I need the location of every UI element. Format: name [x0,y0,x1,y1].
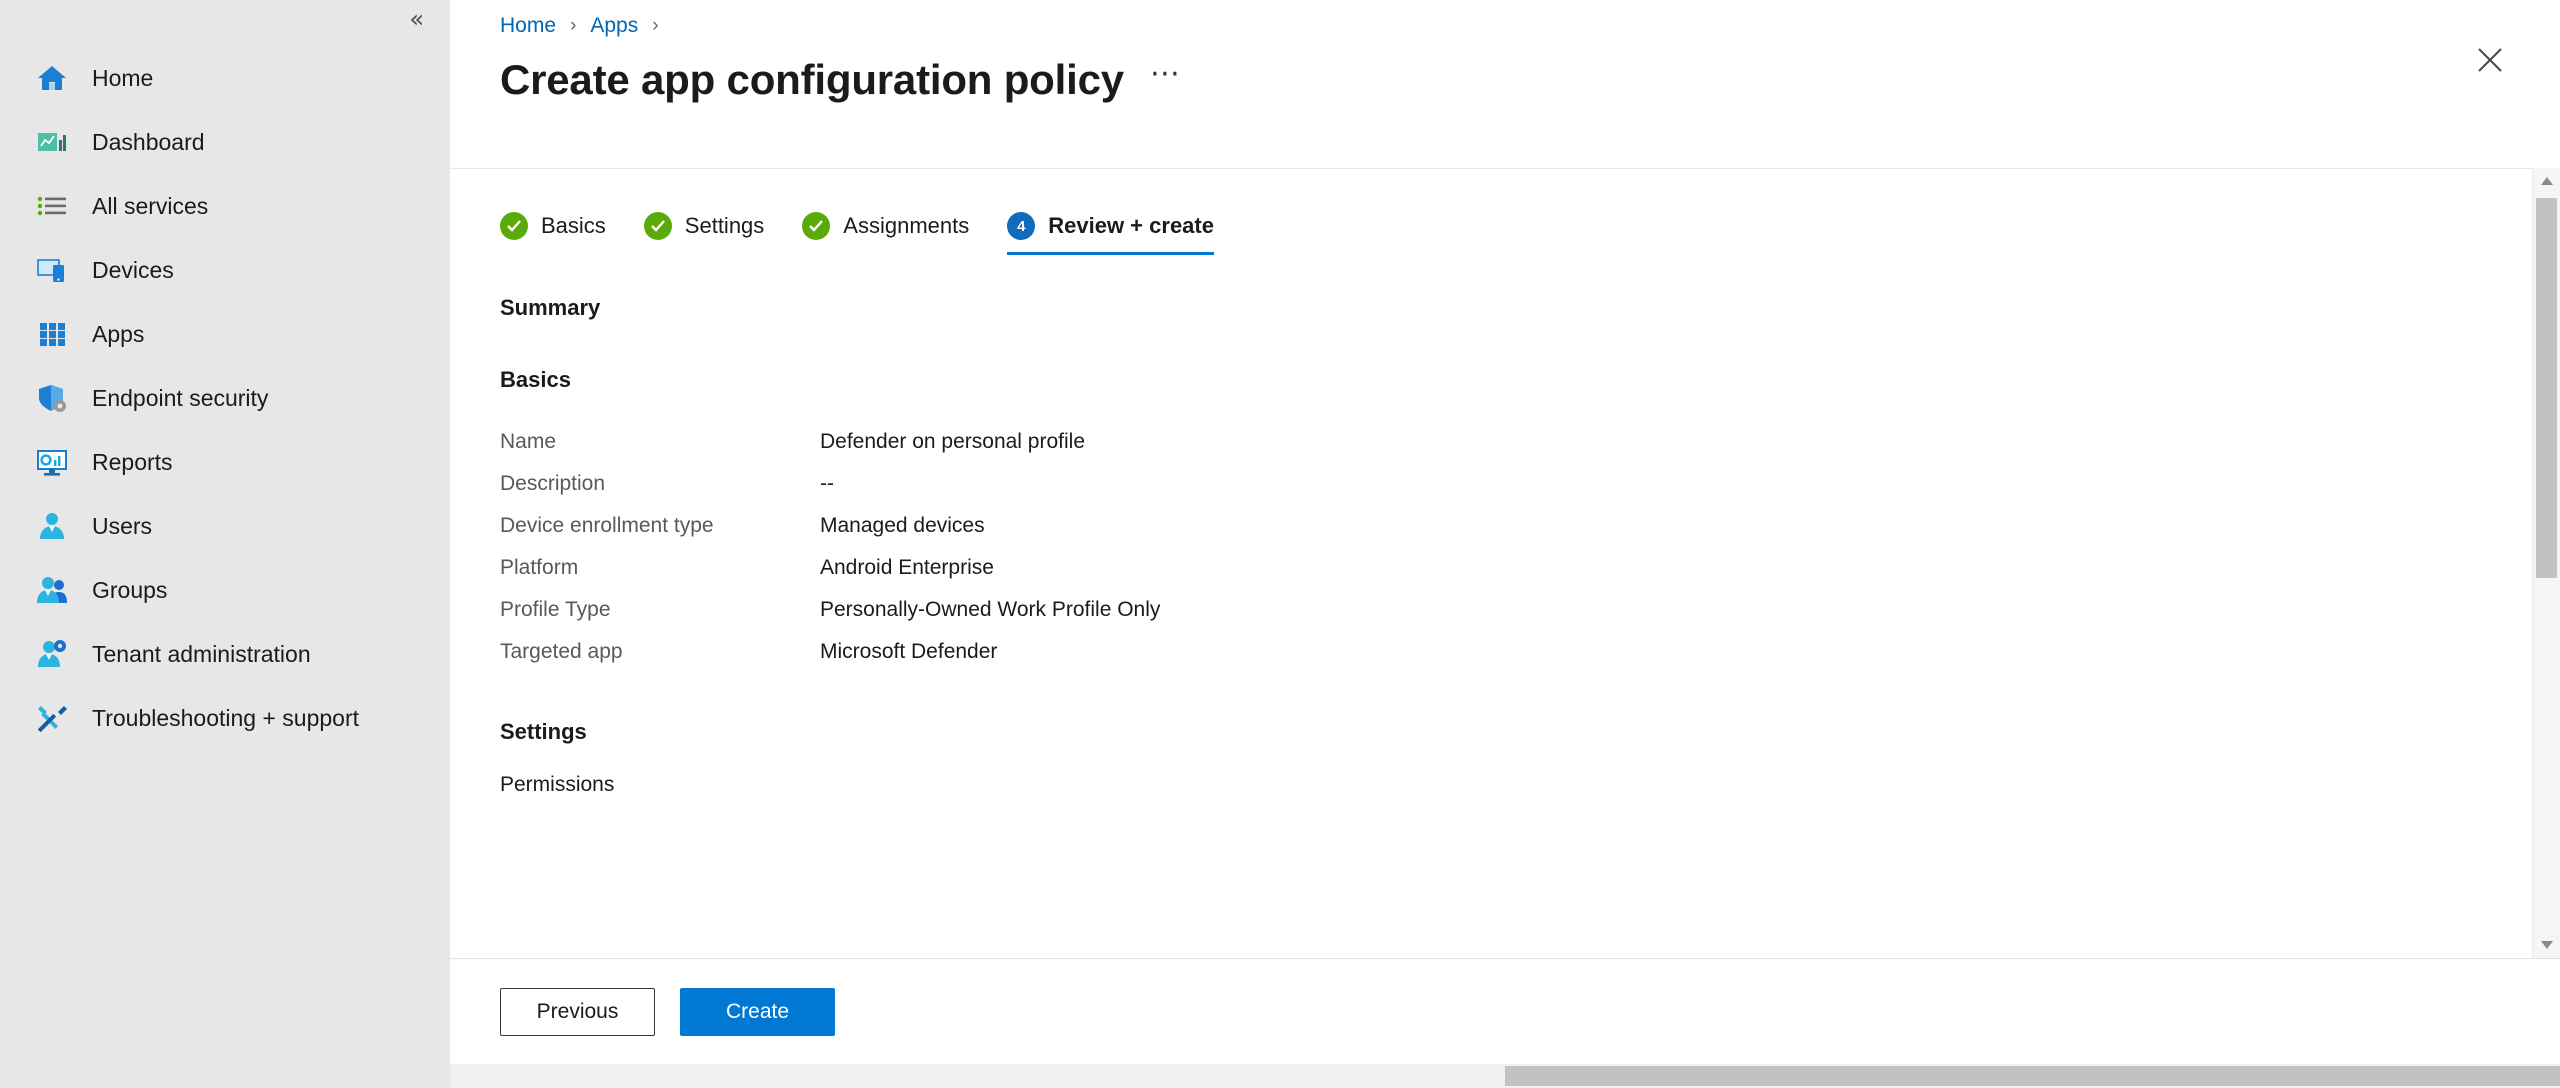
row-value: Microsoft Defender [820,640,998,663]
sidebar-item-label: Tenant administration [92,640,311,667]
table-row: Profile Type Personally-Owned Work Profi… [500,589,2560,631]
all-services-icon [34,188,70,224]
scroll-down-icon[interactable] [2533,932,2560,958]
horizontal-scrollbar[interactable] [450,1064,2560,1088]
horizontal-scrollbar-thumb[interactable] [1505,1066,2560,1086]
sidebar-item-troubleshooting-support[interactable]: Troubleshooting + support [0,686,450,750]
row-key: Device enrollment type [500,514,714,537]
tab-label: Assignments [843,213,970,238]
tab-label: Basics [541,213,606,238]
scroll-up-icon[interactable] [2533,168,2560,194]
sidebar-item-label: Apps [92,320,145,347]
more-options-icon[interactable]: ⋯ [1150,59,1180,95]
row-key: Description [500,472,606,495]
tab-review-create[interactable]: 4 Review + create [1007,212,1214,255]
vertical-scrollbar[interactable] [2532,168,2560,958]
check-circle-icon [802,212,831,240]
check-circle-icon [500,212,528,240]
basics-heading: Basics [500,367,571,392]
row-value: -- [820,472,834,495]
summary-heading: Summary [500,295,601,320]
sidebar-item-label: Reports [92,448,173,475]
content-inner: Basics Settings Assignments 4 Review + c… [450,199,2560,988]
devices-icon [34,252,70,288]
breadcrumb-separator-icon: › [570,15,577,36]
row-value: Managed devices [820,514,985,537]
row-key: Platform [500,556,579,579]
table-row: Platform Android Enterprise [500,547,2560,589]
breadcrumb-item-apps[interactable]: Apps [590,14,638,38]
sidebar-item-label: Troubleshooting + support [92,704,360,731]
sidebar-nav-list: Home Dashboard All services Devices Apps… [0,46,450,750]
row-value: Personally-Owned Work Profile Only [820,598,1161,621]
vertical-scrollbar-thumb[interactable] [2536,198,2557,578]
wizard-tabs: Basics Settings Assignments 4 Review + c… [500,199,2560,255]
breadcrumb: Home › Apps › [450,0,2560,38]
close-icon[interactable] [2472,42,2508,78]
basics-summary-table: Name Defender on personal profile Descri… [500,421,2560,673]
sidebar-item-label: Devices [92,256,174,283]
check-circle-icon [643,212,672,240]
settings-heading: Settings [500,719,587,744]
step-number-badge: 4 [1007,212,1036,240]
user-gear-icon [34,636,70,672]
intune-create-policy-window: « Home Dashboard All services Devices Ap… [0,0,2560,1088]
apps-grid-icon [34,316,70,352]
sidebar-item-label: All services [92,192,209,219]
user-icon [34,508,70,544]
table-row: Description -- [500,463,2560,505]
sidebar-item-all-services[interactable]: All services [0,174,450,238]
sidebar-item-label: Home [92,64,154,91]
create-button[interactable]: Create [680,987,835,1036]
main-blade: Home › Apps › Create app configuration p… [450,0,2560,1088]
sidebar-item-users[interactable]: Users [0,494,450,558]
sidebar-item-groups[interactable]: Groups [0,558,450,622]
wrench-screwdriver-icon [34,700,70,736]
page-title: Create app configuration policy [500,56,1124,103]
sidebar-item-tenant-administration[interactable]: Tenant administration [0,622,450,686]
title-row: Create app configuration policy ⋯ [450,38,2560,104]
collapse-sidebar-icon[interactable]: « [409,7,424,31]
row-key: Profile Type [500,598,611,621]
table-row: Targeted app Microsoft Defender [500,631,2560,673]
content-scroll-region: Basics Settings Assignments 4 Review + c… [450,168,2560,958]
row-key: Targeted app [500,640,623,663]
row-value: Android Enterprise [820,556,994,579]
tab-label: Review + create [1048,213,1214,238]
dashboard-icon [34,124,70,160]
reports-monitor-icon [34,444,70,480]
row-value: Defender on personal profile [820,430,1086,453]
sidebar-collapse-row: « [0,0,450,38]
breadcrumb-item-home[interactable]: Home [500,14,556,38]
table-row: Name Defender on personal profile [500,421,2560,463]
row-key: Name [500,430,557,453]
left-sidebar: « Home Dashboard All services Devices Ap… [0,0,450,1088]
tab-label: Settings [684,213,765,238]
tab-assignments[interactable]: Assignments [802,212,969,255]
groups-icon [34,572,70,608]
wizard-footer: Previous Create [450,958,2560,1064]
previous-button[interactable]: Previous [500,987,655,1036]
tab-settings[interactable]: Settings [643,212,765,255]
tab-basics[interactable]: Basics [500,212,606,255]
sidebar-item-home[interactable]: Home [0,46,450,110]
sidebar-item-apps[interactable]: Apps [0,302,450,366]
sidebar-item-endpoint-security[interactable]: Endpoint security [0,366,450,430]
sidebar-item-label: Dashboard [92,128,205,155]
sidebar-item-label: Groups [92,576,168,603]
sidebar-item-label: Endpoint security [92,384,269,411]
sidebar-item-dashboard[interactable]: Dashboard [0,110,450,174]
table-row: Device enrollment type Managed devices [500,505,2560,547]
sidebar-item-label: Users [92,512,153,539]
sidebar-item-reports[interactable]: Reports [0,430,450,494]
permissions-label: Permissions [500,773,615,796]
home-icon [34,60,70,96]
sidebar-item-devices[interactable]: Devices [0,238,450,302]
shield-gear-icon [34,380,70,416]
breadcrumb-separator-icon: › [652,15,659,36]
